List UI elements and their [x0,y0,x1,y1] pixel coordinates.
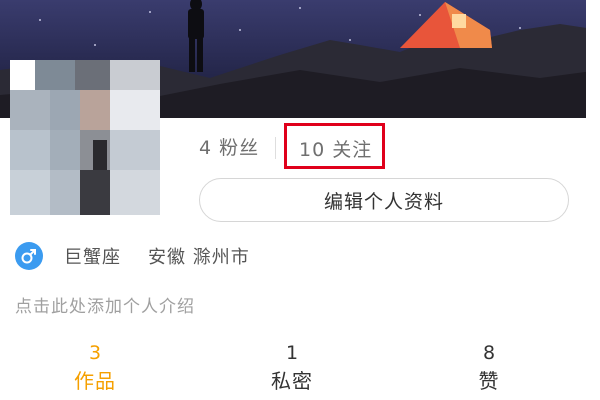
bio-placeholder[interactable]: 点击此处添加个人介绍 [15,292,195,317]
tab-works-label: 作品 [74,369,116,393]
zodiac-text: 巨蟹座 [64,247,121,268]
tab-private[interactable]: 1 私密 [232,340,352,396]
following-count[interactable]: 10 关注 [284,123,386,169]
tab-private-count: 1 [285,342,299,364]
location-text: 安徽 滁州市 [148,247,250,268]
edit-profile-button[interactable]: 编辑个人资料 [199,178,569,222]
avatar[interactable] [10,60,160,215]
fans-count[interactable]: 4 粉丝 [199,133,259,160]
tab-likes-label: 赞 [478,369,500,393]
male-icon [15,242,43,270]
tab-works-count: 3 [88,342,102,364]
tab-works[interactable]: 3 作品 [35,340,155,396]
stats-divider [275,137,276,159]
cover-edge [586,0,600,118]
tab-likes[interactable]: 8 赞 [429,340,549,396]
tab-private-label: 私密 [271,369,313,393]
tab-likes-count: 8 [482,342,496,364]
